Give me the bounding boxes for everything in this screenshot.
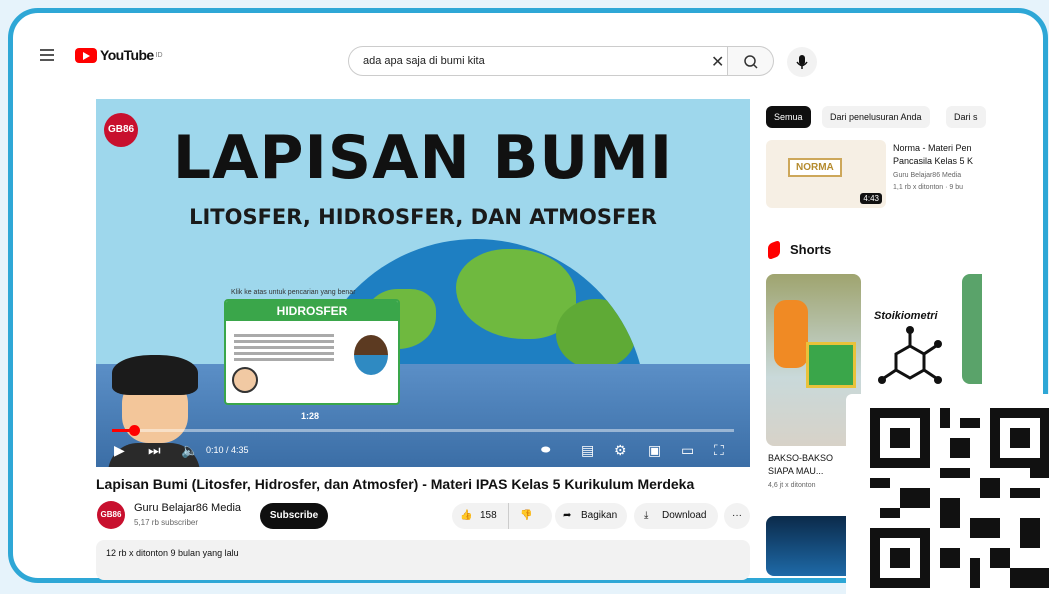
search-input[interactable] (363, 55, 683, 67)
share-icon: ➦ (563, 510, 572, 521)
search-icon (744, 55, 758, 69)
volume-icon[interactable]: 🔈 (181, 442, 198, 459)
hover-timestamp: 1:28 (301, 411, 320, 421)
short-thumbnail-3[interactable] (962, 274, 982, 384)
recommended-title[interactable]: Norma - Materi Pen Pancasila Kelas 5 K (893, 142, 983, 168)
download-button[interactable]: ⤓ Download (634, 503, 718, 529)
channel-avatar[interactable]: GB86 (97, 501, 125, 529)
chip-all[interactable]: Semua (766, 106, 811, 128)
next-icon[interactable]: ⏭ (148, 442, 161, 459)
like-count[interactable]: 158 (480, 503, 497, 529)
logo-text: YouTube (100, 47, 154, 63)
channel-name[interactable]: Guru Belajar86 Media (134, 502, 241, 514)
subscribe-button[interactable]: Subscribe (260, 503, 328, 529)
chip-from-channel[interactable]: Dari s (946, 106, 986, 128)
subtitles-icon[interactable]: ▤ (581, 442, 594, 459)
recommended-thumbnail[interactable]: NORMA 4:43 (766, 140, 886, 208)
overlay-hint: Klik ke atas untuk pencarian yang benar (231, 289, 356, 296)
clear-search-icon[interactable]: ✕ (711, 52, 724, 72)
share-button[interactable]: ➦ Bagikan (555, 503, 627, 529)
hidrosfer-card: HIDROSFER (224, 299, 400, 405)
view-count-date: 12 rb x ditonton 9 bulan yang lalu (106, 548, 239, 558)
miniplayer-icon[interactable]: ▣ (648, 442, 661, 459)
youtube-logo[interactable]: YouTube ID (75, 47, 163, 63)
youtube-play-icon (75, 47, 97, 63)
short2-label: Stoikiometri (874, 310, 938, 322)
qr-code-icon (870, 408, 1049, 588)
settings-icon[interactable]: ⚙ (614, 442, 627, 459)
time-display: 0:10 / 4:35 (206, 445, 249, 455)
chip-from-search[interactable]: Dari penelusuran Anda (822, 106, 930, 128)
voice-search-button[interactable] (787, 47, 817, 77)
thumbnail-text: NORMA (788, 158, 842, 177)
video-headline: LAPISAN BUMI (172, 123, 674, 193)
qr-code (846, 394, 1049, 594)
autoplay-toggle[interactable]: ⬬ (541, 444, 550, 457)
menu-icon[interactable] (40, 46, 54, 64)
download-label: Download (662, 510, 707, 521)
shorts-heading: Shorts (790, 242, 832, 257)
like-dislike-group: 👍 158 👎 (452, 503, 552, 529)
microphone-icon (796, 55, 808, 69)
play-icon[interactable]: ▶ (114, 442, 125, 459)
fullscreen-icon[interactable]: ⛶ (714, 442, 724, 459)
player-controls: ▶ ⏭ 🔈 0:10 / 4:35 ⬬ ▤ ⚙ ▣ ▭ ⛶ (96, 437, 750, 467)
share-label: Bagikan (581, 510, 618, 521)
dislike-icon[interactable]: 👎 (520, 503, 532, 529)
search-button[interactable] (728, 46, 774, 76)
subscriber-count: 5,17 rb subscriber (134, 518, 199, 527)
video-duration: 4:43 (860, 193, 882, 204)
download-icon: ⤓ (644, 510, 649, 521)
search-box[interactable]: ✕ (348, 46, 728, 76)
logo-country-code: ID (155, 51, 163, 59)
theater-mode-icon[interactable]: ▭ (681, 442, 694, 459)
video-player[interactable]: GB86 LAPISAN BUMI LITOSFER, HIDROSFER, D… (96, 99, 750, 467)
description-box[interactable]: 12 rb x ditonton 9 bulan yang lalu (96, 540, 750, 580)
recommended-views: 1,1 rb x ditonton · 9 bu (893, 184, 964, 191)
short1-views: 4,6 jt x ditonton (768, 482, 816, 489)
card-title: HIDROSFER (226, 301, 398, 321)
video-title: Lapisan Bumi (Litosfer, Hidrosfer, dan A… (96, 476, 695, 492)
like-icon[interactable]: 👍 (460, 503, 472, 529)
video-subheadline: LITOSFER, HIDROSFER, DAN ATMOSFER (189, 205, 657, 229)
short1-title[interactable]: BAKSO-BAKSO SIAPA MAU... (768, 452, 858, 478)
progress-bar[interactable] (112, 425, 734, 436)
more-actions-button[interactable]: ··· (724, 503, 750, 529)
recommended-channel[interactable]: Guru Belajar86 Media (893, 172, 961, 179)
